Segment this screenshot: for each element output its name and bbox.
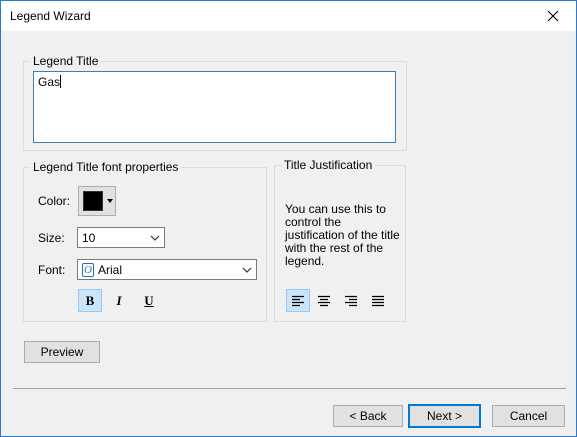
cancel-button[interactable]: Cancel	[492, 405, 565, 427]
legend-title-group-label: Legend Title	[30, 54, 102, 68]
align-justify-icon	[372, 295, 384, 306]
window-title: Legend Wizard	[10, 9, 91, 23]
size-select-value: 10	[82, 230, 96, 245]
close-button[interactable]	[530, 1, 576, 31]
bold-button[interactable]: B	[78, 289, 102, 312]
align-justify-button[interactable]	[366, 289, 390, 312]
back-button[interactable]: < Back	[333, 405, 403, 427]
size-label: Size:	[38, 231, 65, 245]
align-right-icon	[345, 295, 357, 306]
size-select[interactable]: 10	[77, 227, 165, 248]
footer-divider	[13, 388, 566, 389]
chevron-down-icon	[146, 235, 164, 241]
underline-button[interactable]: U	[137, 289, 161, 312]
color-label: Color:	[38, 194, 71, 208]
legend-wizard-window: Legend Wizard Legend Title Gas Legend Ti…	[0, 0, 577, 437]
font-properties-group-label: Legend Title font properties	[30, 160, 182, 174]
align-left-button[interactable]	[286, 289, 310, 312]
opentype-font-icon: O	[82, 262, 94, 277]
align-center-icon	[318, 295, 330, 306]
italic-button[interactable]: I	[107, 289, 131, 312]
justification-description: You can use this to control the justific…	[285, 202, 400, 268]
chevron-down-icon	[238, 267, 256, 273]
legend-title-input[interactable]: Gas	[33, 71, 396, 143]
legend-title-text: Gas	[38, 75, 61, 89]
title-justification-group-label: Title Justification	[281, 158, 376, 172]
text-caret	[60, 75, 62, 88]
dropdown-arrow-icon	[107, 199, 113, 203]
font-select-value: Arial	[98, 262, 123, 277]
title-bar: Legend Wizard	[1, 1, 576, 31]
close-icon	[547, 10, 559, 22]
align-right-button[interactable]	[339, 289, 363, 312]
font-label: Font:	[38, 263, 66, 277]
color-picker-button[interactable]	[78, 186, 116, 216]
next-button[interactable]: Next >	[408, 404, 481, 428]
align-center-button[interactable]	[312, 289, 336, 312]
preview-button[interactable]: Preview	[24, 341, 100, 363]
align-left-icon	[292, 295, 304, 306]
color-swatch	[83, 191, 103, 211]
font-select[interactable]: O Arial	[77, 259, 257, 280]
